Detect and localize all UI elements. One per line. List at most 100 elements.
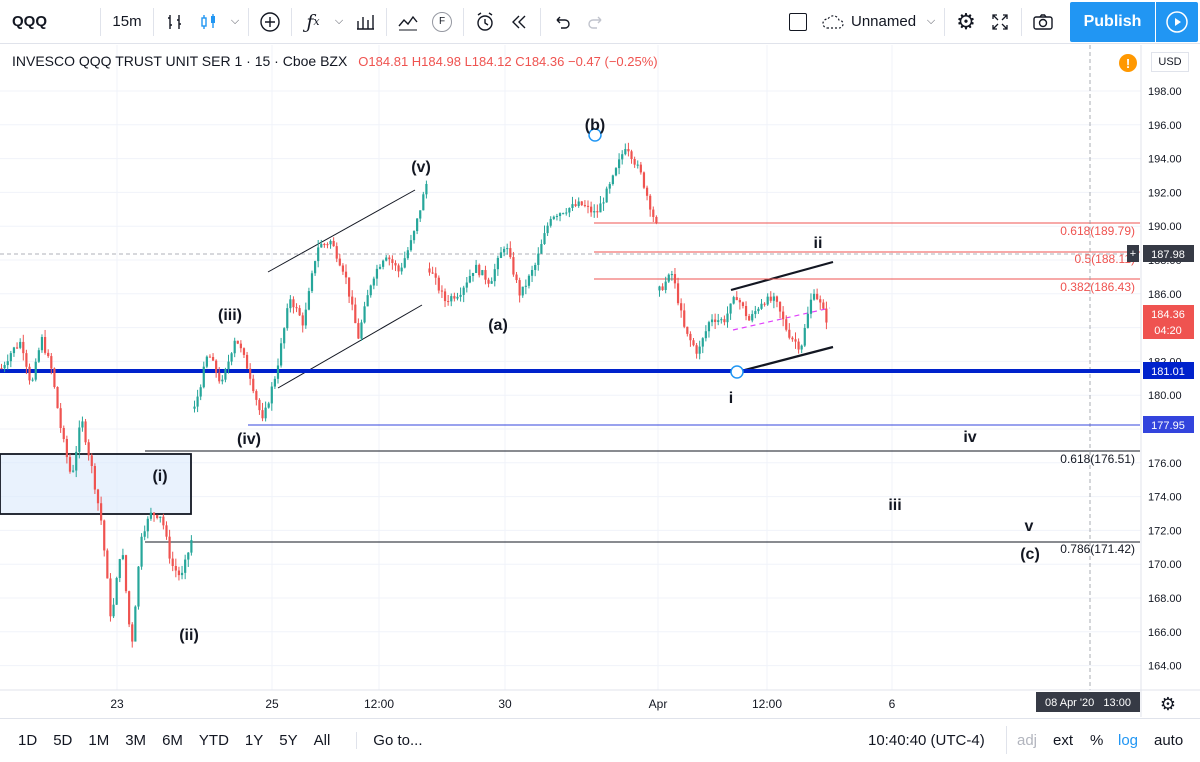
- range-1y[interactable]: 1Y: [237, 732, 271, 749]
- legend-title: INVESCO QQQ TRUST UNIT SER 1 · 15 · Cboe…: [12, 53, 348, 69]
- range-1d[interactable]: 1D: [10, 732, 45, 749]
- clock[interactable]: 10:40:40 (UTC-4): [868, 719, 985, 762]
- candle-body: [754, 311, 757, 315]
- goto-button[interactable]: Go to...: [356, 731, 423, 749]
- fib-label: 0.382(186.43): [1060, 280, 1135, 294]
- price-tick: 186.00: [1148, 289, 1182, 301]
- candle-body: [778, 301, 782, 312]
- alert-clock-icon[interactable]: [468, 0, 502, 44]
- candles-style-icon[interactable]: [192, 0, 226, 44]
- fullscreen-square-icon[interactable]: [781, 0, 815, 44]
- range-1m[interactable]: 1M: [80, 732, 117, 749]
- candle-body: [109, 578, 112, 617]
- candle-body: [496, 257, 499, 270]
- midline: [732, 307, 831, 331]
- redo-icon[interactable]: [579, 0, 613, 44]
- candle-body: [196, 396, 199, 407]
- symbol-legend[interactable]: INVESCO QQQ TRUST UNIT SER 1 · 15 · Cboe…: [12, 53, 658, 69]
- publish-button[interactable]: Publish: [1070, 2, 1155, 42]
- compare-add-icon[interactable]: [253, 0, 287, 44]
- financials-icon[interactable]: [391, 0, 425, 44]
- candle-body: [419, 210, 422, 219]
- candle-body: [515, 274, 518, 281]
- bottom-toolbar: 1D 5D 1M 3M 6M YTD 1Y 5Y All Go to... 10…: [0, 718, 1200, 761]
- candle-body: [788, 329, 791, 338]
- candle-body: [447, 301, 450, 303]
- range-5d[interactable]: 5D: [45, 732, 80, 749]
- bars-style-icon[interactable]: [158, 0, 192, 44]
- last-price-label: 184.36 04:20: [1143, 305, 1194, 339]
- chevron-down-icon[interactable]: ⌵: [330, 0, 348, 44]
- candle-body: [633, 159, 636, 165]
- candle-body: [593, 211, 596, 213]
- candle-body: [267, 403, 270, 408]
- candle-body: [748, 316, 751, 321]
- price-axis[interactable]: 198.00196.00194.00192.00190.00188.00186.…: [1127, 45, 1194, 717]
- replay-icon[interactable]: [502, 0, 536, 44]
- divider: [1006, 726, 1007, 754]
- currency-label[interactable]: USD: [1151, 52, 1189, 72]
- range-3m[interactable]: 3M: [117, 732, 154, 749]
- auto-toggle[interactable]: auto: [1154, 719, 1183, 762]
- wave-label: iii: [888, 497, 901, 514]
- candle-body: [437, 277, 440, 291]
- candle-body: [382, 260, 385, 267]
- range-all[interactable]: All: [306, 732, 339, 749]
- candle-body: [68, 457, 72, 472]
- settings-gear-icon[interactable]: ⚙: [949, 0, 983, 44]
- interval-button[interactable]: 15m: [105, 0, 149, 44]
- candle-body: [171, 558, 174, 566]
- candle-body: [87, 442, 90, 456]
- range-ytd[interactable]: YTD: [191, 732, 237, 749]
- camera-icon[interactable]: [1026, 0, 1060, 44]
- chevron-down-icon[interactable]: ⌵: [922, 0, 940, 44]
- percent-toggle[interactable]: %: [1090, 719, 1103, 762]
- candle-body: [378, 266, 382, 269]
- play-icon[interactable]: [1156, 2, 1198, 42]
- candle-body: [819, 299, 822, 303]
- adj-toggle[interactable]: adj: [1017, 719, 1037, 762]
- candle-body: [159, 516, 162, 518]
- candle-body: [65, 439, 68, 458]
- range-5y[interactable]: 5Y: [271, 732, 305, 749]
- candle-body: [614, 168, 618, 176]
- undo-icon[interactable]: [545, 0, 579, 44]
- symbol-search[interactable]: QQQ: [0, 0, 96, 44]
- candle-body: [344, 271, 348, 278]
- ext-toggle[interactable]: ext: [1053, 719, 1073, 762]
- candle-body: [264, 407, 267, 419]
- candle-body: [329, 240, 332, 245]
- fundamentals-icon[interactable]: F: [425, 0, 459, 44]
- candle-body: [809, 299, 813, 314]
- candle-body: [816, 293, 819, 300]
- candle-body: [757, 308, 760, 312]
- candle-body: [124, 555, 128, 592]
- warning-icon[interactable]: !: [1119, 54, 1137, 72]
- price-chart[interactable]: (v) (b) (iii) (a) ii i (iv) iv (i) iii v…: [0, 45, 1200, 717]
- chevron-down-icon[interactable]: ⌵: [226, 0, 244, 44]
- price-tick: 194.00: [1148, 154, 1182, 166]
- candle-body: [735, 297, 738, 301]
- time-axis[interactable]: 23 25 12:00 30 Apr 12:00 6 08 Apr '20 13…: [0, 689, 1200, 714]
- candle-body: [249, 368, 252, 379]
- candle-body: [639, 164, 642, 173]
- candle-body: [78, 427, 81, 452]
- fullscreen-icon[interactable]: [983, 0, 1017, 44]
- templates-icon[interactable]: [348, 0, 382, 44]
- candle-body: [487, 279, 490, 284]
- candle-body: [93, 466, 96, 490]
- log-toggle[interactable]: log: [1118, 719, 1138, 762]
- layout-name-button[interactable]: Unnamed: [815, 0, 922, 44]
- candle-body: [199, 387, 202, 397]
- candle-body: [81, 421, 84, 428]
- candle-body: [118, 559, 121, 579]
- divider: [248, 7, 249, 36]
- candle-body: [56, 387, 59, 409]
- price-tick: 164.00: [1148, 661, 1182, 673]
- candle-body: [490, 281, 493, 284]
- range-6m[interactable]: 6M: [154, 732, 191, 749]
- candle-body: [530, 270, 534, 276]
- candle-body: [385, 257, 388, 261]
- candle-body: [332, 240, 335, 247]
- indicators-fx-icon[interactable]: ƒx: [296, 0, 330, 44]
